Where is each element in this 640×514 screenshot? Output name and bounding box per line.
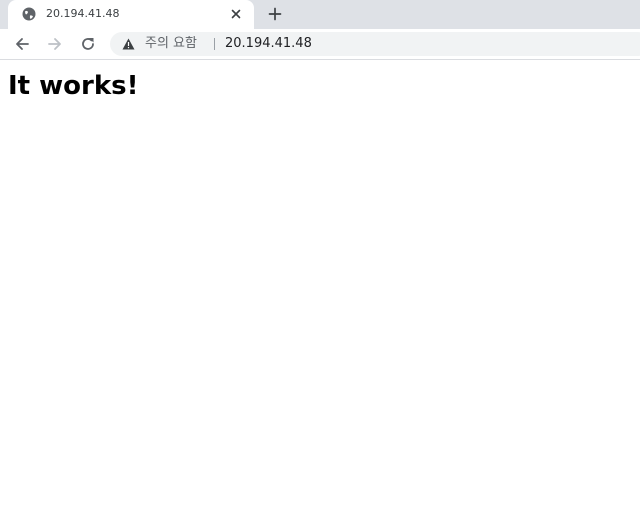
arrow-left-icon[interactable] [13, 35, 31, 53]
omnibox-divider [214, 38, 215, 50]
security-status-label[interactable]: 주의 요함 [145, 36, 197, 52]
arrow-right-icon[interactable] [46, 35, 64, 53]
browser-tab[interactable]: 20.194.41.48 [8, 0, 254, 29]
close-icon[interactable] [228, 6, 244, 22]
address-bar[interactable]: 주의 요함 20.194.41.48 [110, 32, 640, 56]
tab-strip: 20.194.41.48 [0, 0, 640, 29]
tab-title: 20.194.41.48 [46, 7, 120, 20]
page-viewport: It works! [0, 60, 640, 514]
plus-icon[interactable] [266, 5, 284, 23]
browser-toolbar: 주의 요함 20.194.41.48 [0, 29, 640, 60]
url-text[interactable]: 20.194.41.48 [225, 36, 312, 52]
globe-icon [22, 7, 36, 21]
page-heading: It works! [8, 71, 139, 101]
reload-icon[interactable] [79, 35, 97, 53]
warning-icon[interactable] [122, 38, 135, 50]
